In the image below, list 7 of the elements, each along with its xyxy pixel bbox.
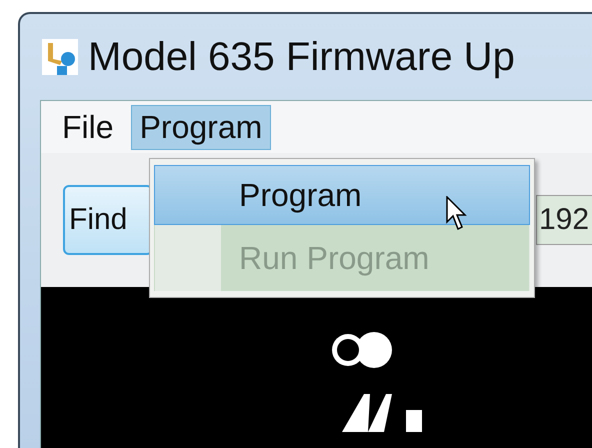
menu-item[interactable]: Program (130, 104, 272, 150)
menu-item[interactable]: File (53, 104, 123, 150)
menu-item[interactable]: Program (154, 165, 530, 225)
address-field[interactable]: 192 (536, 195, 592, 245)
app-icon (42, 39, 78, 75)
mouse-pointer-icon (446, 196, 468, 232)
window-title: Model 635 Firmware Up (88, 34, 515, 80)
